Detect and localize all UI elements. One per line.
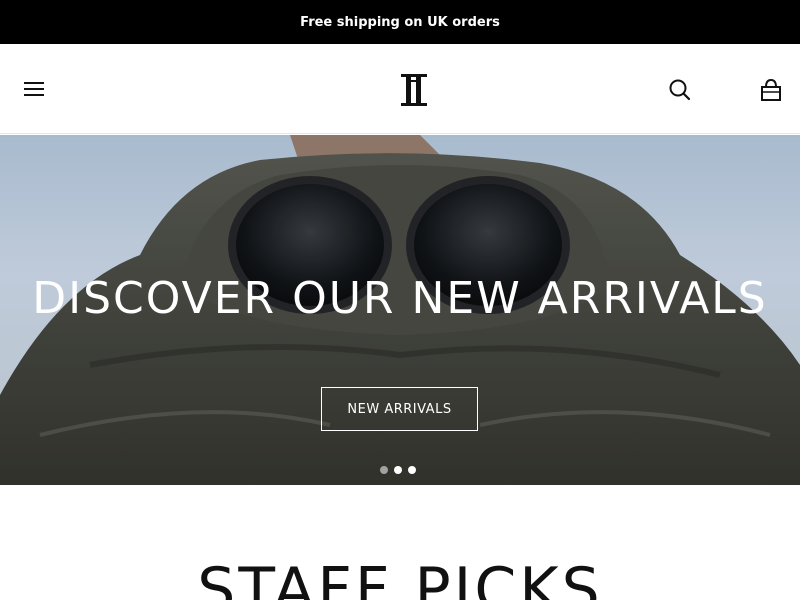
shopping-bag-icon[interactable]: [758, 78, 784, 102]
brand-logo[interactable]: [399, 74, 429, 106]
new-arrivals-button[interactable]: NEW ARRIVALS: [321, 387, 478, 431]
carousel-dot-1[interactable]: [380, 466, 388, 474]
hero-title: DISCOVER OUR NEW ARRIVALS: [32, 273, 768, 324]
hero-banner: DISCOVER OUR NEW ARRIVALS NEW ARRIVALS: [0, 135, 800, 485]
staff-picks-title: STAFF PICKS: [197, 555, 603, 600]
announcement-bar: Free shipping on UK orders: [0, 0, 800, 44]
carousel-dots: [380, 466, 416, 476]
new-arrivals-label: NEW ARRIVALS: [347, 401, 452, 417]
announcement-text: Free shipping on UK orders: [300, 14, 500, 30]
site-header: [0, 44, 800, 134]
search-icon[interactable]: [668, 78, 692, 102]
hamburger-menu-icon[interactable]: [22, 79, 46, 99]
carousel-dot-3[interactable]: [408, 466, 416, 474]
carousel-dot-2[interactable]: [394, 466, 402, 474]
